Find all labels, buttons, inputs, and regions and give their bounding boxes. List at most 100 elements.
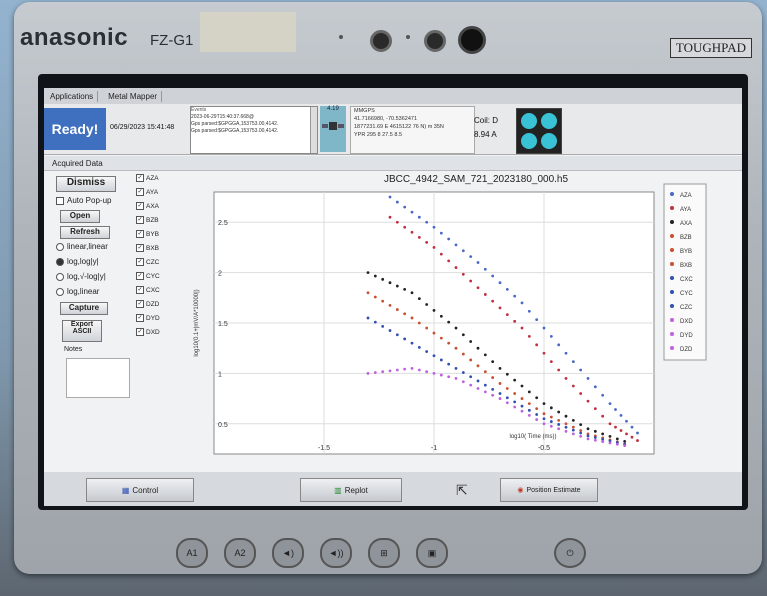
tab-metal-mapper[interactable]: Metal Mapper (104, 90, 163, 102)
data-point-axa (623, 440, 627, 443)
data-point-aya (549, 360, 553, 364)
a2-hardware-button[interactable]: A2 (224, 538, 256, 568)
events-log[interactable]: Events 2023-06-29T15:40:37.668@ Gps pars… (190, 106, 318, 154)
volume-down-icon[interactable]: ◄) (272, 538, 304, 568)
data-point-axa (505, 372, 509, 376)
channel-checkbox-byb[interactable]: ✓ BYB (136, 230, 159, 238)
data-point-aza (491, 274, 495, 278)
channel-checkbox-bzb[interactable]: ✓ BZB (136, 216, 159, 224)
data-point-bzb (549, 415, 553, 419)
control-button[interactable]: ▦ Control (86, 478, 194, 502)
channel-checkbox-czc[interactable]: ✓ CZC (136, 258, 159, 266)
coil-value: 8.94 A (474, 130, 497, 139)
data-point-axa (593, 429, 597, 433)
notes-textarea[interactable] (66, 358, 130, 398)
data-point-czc (557, 423, 561, 426)
data-point-axa (395, 284, 399, 288)
scrollbar[interactable] (310, 107, 317, 153)
rotate-icon[interactable]: ▣ (416, 538, 448, 568)
legend-label-dyd: DYD (680, 333, 693, 339)
channel-checkbox-aya[interactable]: ✓ AYA (136, 188, 158, 196)
notes-label: Notes (64, 346, 83, 353)
windows-icon[interactable]: ⊞ (368, 538, 400, 568)
radio-log-sqrt-log[interactable]: log,√-log|y| (56, 272, 106, 281)
capture-button[interactable]: Capture (60, 302, 108, 315)
data-point-aya (403, 225, 407, 229)
data-point-aya (432, 246, 436, 249)
radio-linear-linear[interactable]: linear,linear (56, 242, 108, 251)
volume-up-icon[interactable]: ◄)) (320, 538, 352, 568)
data-point-dzd (388, 369, 392, 373)
control-icon: ▦ (121, 485, 130, 495)
channel-checkbox-dxd[interactable]: ✓ DXD (136, 328, 160, 336)
radio-log-linear[interactable]: log,linear (56, 287, 99, 296)
data-point-bzb (483, 370, 487, 374)
events-header: Events (191, 107, 207, 113)
data-point-aya (608, 422, 612, 426)
refresh-button[interactable]: Refresh (60, 226, 110, 239)
data-point-czc (447, 362, 451, 366)
camera-lens-icon (458, 26, 486, 54)
data-point-dzd (417, 368, 421, 372)
channel-checkbox-axa[interactable]: ✓ AXA (136, 202, 159, 210)
data-point-aya (469, 279, 473, 283)
channel-checkbox-cxc[interactable]: ✓ CXC (136, 286, 160, 294)
tab-applications[interactable]: Applications (46, 90, 99, 102)
legend-label-byb: BYB (680, 249, 692, 255)
legend-marker (670, 290, 674, 294)
radio-log-log[interactable]: log,log|y| (56, 257, 99, 266)
gps-line: YPR 295 8 27.5 8.5 (354, 132, 403, 138)
channel-checkbox-aza[interactable]: ✓ AZA (136, 174, 159, 182)
replot-button[interactable]: ▥ Replot (300, 478, 402, 502)
data-point-axa (520, 384, 524, 388)
data-point-aza (469, 255, 473, 259)
satellite-glyph (322, 122, 344, 130)
bottom-toolbar: ▦ Control ▥ Replot ◉ Position Estimate ⇱ (44, 472, 742, 506)
data-point-axa (549, 406, 553, 410)
data-point-aya (454, 266, 458, 269)
channel-checkbox-dzd[interactable]: ✓ DZD (136, 300, 159, 308)
data-point-aza (527, 309, 531, 313)
y-tick-label: 1.5 (218, 321, 228, 328)
data-point-dzd (586, 437, 590, 441)
data-point-aya (410, 230, 414, 234)
data-point-bzb (564, 422, 568, 426)
channel-checkbox-cyc[interactable]: ✓ CYC (136, 272, 160, 280)
data-point-aza (614, 408, 617, 411)
data-point-aya (491, 299, 495, 303)
data-point-axa (491, 360, 495, 364)
gps-panel: MMGPS 41.7166980, -70.5362471 1877231.69… (350, 106, 475, 154)
open-button[interactable]: Open (60, 210, 100, 223)
data-point-dzd (593, 438, 597, 442)
channel-checkbox-bxb[interactable]: ✓ BXB (136, 244, 159, 252)
data-point-axa (513, 378, 517, 382)
data-point-aya (535, 343, 539, 347)
a1-hardware-button[interactable]: A1 (176, 538, 208, 568)
data-point-dzd (439, 373, 443, 377)
data-point-aza (388, 195, 392, 199)
dismiss-button[interactable]: Dismiss (56, 176, 116, 192)
data-point-axa (454, 326, 458, 330)
decay-plot[interactable]: -1.5 -1 -0.5 2.5 2 1.5 1 0.5 log10( Time (ms)) lo… (184, 170, 736, 470)
channel-checkbox-dyd[interactable]: ✓ DYD (136, 314, 160, 322)
data-point-czc (542, 417, 546, 421)
gps-line: 41.7166980, -70.5362471 (354, 116, 418, 122)
data-point-czc (579, 431, 583, 435)
data-point-aya (520, 326, 524, 330)
data-point-axa (608, 434, 612, 438)
data-point-aya (636, 439, 639, 442)
export-ascii-button[interactable]: Export ASCII (62, 320, 102, 342)
position-estimate-button[interactable]: ◉ Position Estimate (500, 478, 598, 502)
data-point-czc (417, 345, 421, 349)
data-point-axa (535, 396, 539, 400)
data-point-bzb (491, 376, 495, 379)
legend-marker (670, 318, 674, 322)
auto-popup-checkbox[interactable]: Auto Pop-up (56, 196, 111, 205)
legend-marker (670, 346, 674, 350)
legend-label-dzd: DZD (680, 347, 693, 353)
power-icon[interactable]: ⏻ (554, 538, 586, 568)
screen: Applications Metal Mapper Ready! 06/29/2… (38, 74, 748, 510)
legend-marker (670, 262, 674, 266)
data-point-bzb (520, 397, 524, 400)
data-point-aza (608, 402, 612, 406)
